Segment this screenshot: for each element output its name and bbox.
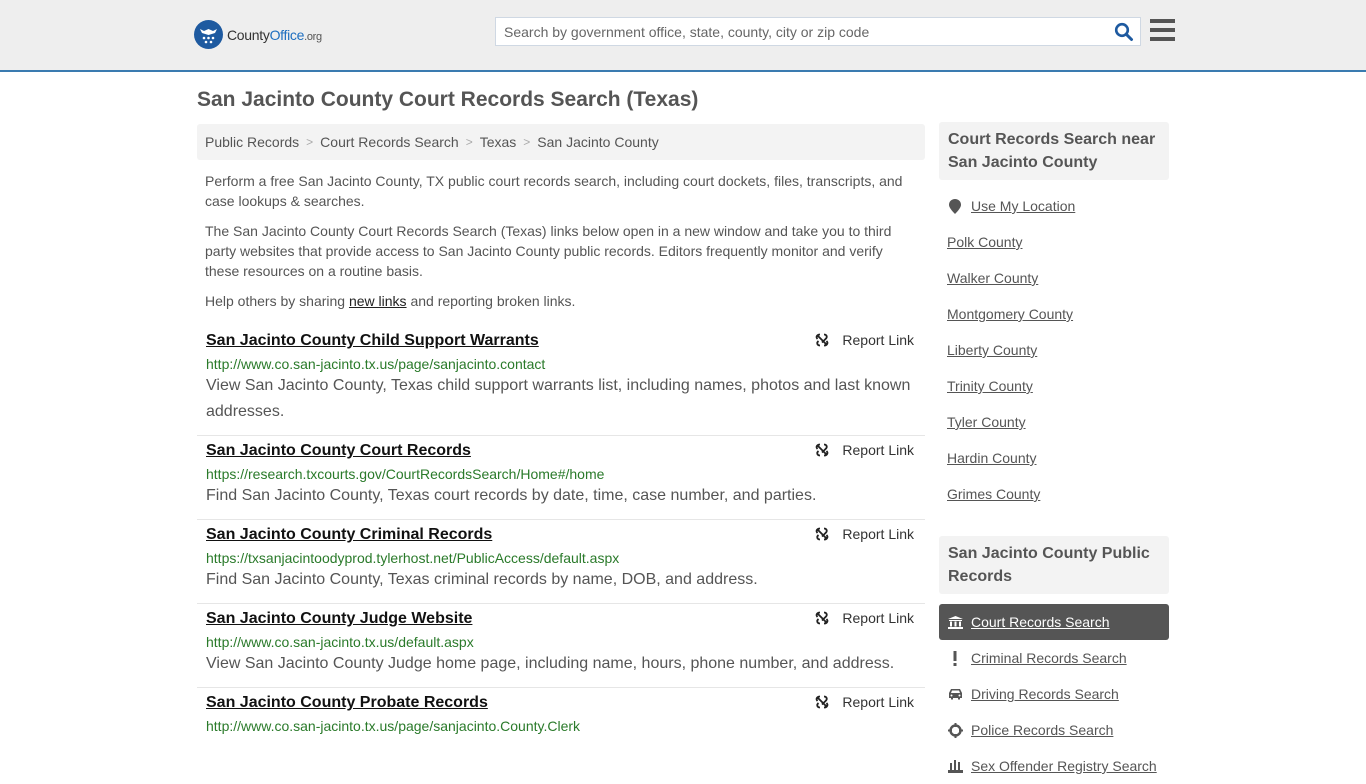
- result-item: San Jacinto County Criminal Records Repo…: [197, 520, 925, 604]
- breadcrumb-san-jacinto-county[interactable]: San Jacinto County: [537, 134, 658, 150]
- intro-paragraph: Perform a free San Jacinto County, TX pu…: [205, 173, 903, 209]
- nearby-county-item: Trinity County: [939, 368, 1169, 404]
- intro-paragraph: The San Jacinto County Court Records Sea…: [205, 223, 892, 279]
- nearby-county-item: Walker County: [939, 260, 1169, 296]
- nearby-county-item: Polk County: [939, 224, 1169, 260]
- eagle-logo-icon: [194, 20, 223, 49]
- use-my-location-link[interactable]: Use My Location: [971, 198, 1075, 214]
- report-link-button[interactable]: Report Link: [814, 442, 914, 458]
- exclamation-icon: [947, 650, 963, 666]
- sidebar-link[interactable]: Sex Offender Registry Search: [971, 758, 1157, 774]
- nearby-county-item: Liberty County: [939, 332, 1169, 368]
- result-url: https://research.txcourts.gov/CourtRecor…: [206, 466, 605, 482]
- breadcrumb-texas[interactable]: Texas: [480, 134, 517, 150]
- car-icon: [947, 688, 963, 700]
- nearby-heading: Court Records Search near San Jacinto Co…: [939, 122, 1169, 180]
- public-records-heading: San Jacinto County Public Records: [939, 536, 1169, 594]
- sidebar-item-sex-offender-registry-search[interactable]: Sex Offender Registry Search: [939, 748, 1169, 784]
- nearby-county-link[interactable]: Trinity County: [947, 378, 1033, 394]
- page-title: San Jacinto County Court Records Search …: [197, 88, 699, 111]
- breadcrumb-public-records[interactable]: Public Records: [205, 134, 299, 150]
- sidebar-item-criminal-records-search[interactable]: Criminal Records Search: [939, 640, 1169, 676]
- use-my-location-item: Use My Location: [939, 188, 1169, 224]
- result-title-link[interactable]: San Jacinto County Child Support Warrant…: [206, 331, 539, 351]
- result-title-link[interactable]: San Jacinto County Court Records: [206, 441, 471, 461]
- result-url: http://www.co.san-jacinto.tx.us/page/san…: [206, 718, 581, 734]
- report-link-button[interactable]: Report Link: [814, 694, 914, 710]
- intro-paragraph: Help others by sharing new links and rep…: [205, 293, 576, 309]
- result-url: https://txsanjacintoodyprod.tylerhost.ne…: [206, 550, 620, 566]
- nearby-county-link[interactable]: Montgomery County: [947, 306, 1073, 322]
- nearby-county-link[interactable]: Hardin County: [947, 450, 1037, 466]
- result-title-link[interactable]: San Jacinto County Judge Website: [206, 609, 472, 629]
- sidebar-link[interactable]: Police Records Search: [971, 722, 1113, 738]
- nearby-county-link[interactable]: Tyler County: [947, 414, 1026, 430]
- results-list: San Jacinto County Child Support Warrant…: [197, 326, 925, 745]
- search-input[interactable]: [496, 18, 1096, 45]
- result-url: http://www.co.san-jacinto.tx.us/default.…: [206, 634, 474, 650]
- result-item: San Jacinto County Judge Website Report …: [197, 604, 925, 688]
- nearby-county-link[interactable]: Polk County: [947, 234, 1022, 250]
- nearby-county-item: Grimes County: [939, 476, 1169, 512]
- site-header: CountyOffice.org: [0, 0, 1366, 72]
- people-icon: [947, 759, 963, 773]
- result-title-link[interactable]: San Jacinto County Probate Records: [206, 693, 488, 713]
- result-item: San Jacinto County Court Records Report …: [197, 436, 925, 520]
- crosshair-icon: [947, 722, 963, 738]
- result-url: http://www.co.san-jacinto.tx.us/page/san…: [206, 356, 546, 372]
- nearby-county-link[interactable]: Walker County: [947, 270, 1038, 286]
- result-description: View San Jacinto County, Texas child sup…: [206, 377, 911, 420]
- search-box: [495, 17, 1141, 46]
- breadcrumb-separator: >: [465, 135, 473, 149]
- report-link-button[interactable]: Report Link: [814, 526, 914, 542]
- result-item: San Jacinto County Child Support Warrant…: [197, 326, 925, 436]
- logo-text: CountyOffice.org: [227, 26, 322, 43]
- search-button[interactable]: [1114, 22, 1134, 42]
- sidebar-link[interactable]: Driving Records Search: [971, 686, 1119, 702]
- nearby-county-item: Hardin County: [939, 440, 1169, 476]
- public-records-panel: San Jacinto County Public Records Court …: [939, 536, 1169, 784]
- result-description: Find San Jacinto County, Texas court rec…: [206, 487, 817, 504]
- nearby-county-link[interactable]: Liberty County: [947, 342, 1037, 358]
- breadcrumb-separator: >: [306, 135, 314, 149]
- sidebar-item-police-records-search[interactable]: Police Records Search: [939, 712, 1169, 748]
- report-link-button[interactable]: Report Link: [814, 332, 914, 348]
- nearby-county-link[interactable]: Grimes County: [947, 486, 1040, 502]
- new-links-link[interactable]: new links: [349, 293, 407, 309]
- search-icon: [1114, 22, 1133, 41]
- result-title-link[interactable]: San Jacinto County Criminal Records: [206, 525, 492, 545]
- broken-link-icon: [816, 443, 829, 457]
- nearby-counties-panel: Court Records Search near San Jacinto Co…: [939, 122, 1169, 512]
- nearby-county-item: Montgomery County: [939, 296, 1169, 332]
- result-description: Find San Jacinto County, Texas criminal …: [206, 571, 758, 588]
- map-marker-icon: [947, 198, 963, 214]
- broken-link-icon: [816, 695, 829, 709]
- broken-link-icon: [816, 611, 829, 625]
- breadcrumb: Public Records > Court Records Search > …: [197, 124, 925, 160]
- sidebar-link[interactable]: Criminal Records Search: [971, 650, 1127, 666]
- sidebar-link[interactable]: Court Records Search: [971, 614, 1110, 630]
- hamburger-menu-icon[interactable]: [1150, 19, 1175, 42]
- result-description: View San Jacinto County Judge home page,…: [206, 655, 895, 672]
- breadcrumb-separator: >: [523, 135, 531, 149]
- breadcrumb-court-records-search[interactable]: Court Records Search: [320, 134, 459, 150]
- broken-link-icon: [816, 527, 829, 541]
- sidebar-item-driving-records-search[interactable]: Driving Records Search: [939, 676, 1169, 712]
- broken-link-icon: [816, 333, 829, 347]
- nearby-county-item: Tyler County: [939, 404, 1169, 440]
- intro-text: Perform a free San Jacinto County, TX pu…: [205, 171, 920, 321]
- courthouse-icon: [947, 615, 963, 629]
- site-logo[interactable]: CountyOffice.org: [194, 20, 322, 49]
- report-link-button[interactable]: Report Link: [814, 610, 914, 626]
- sidebar-item-court-records-search[interactable]: Court Records Search: [939, 604, 1169, 640]
- result-item: San Jacinto County Probate Records Repor…: [197, 688, 925, 745]
